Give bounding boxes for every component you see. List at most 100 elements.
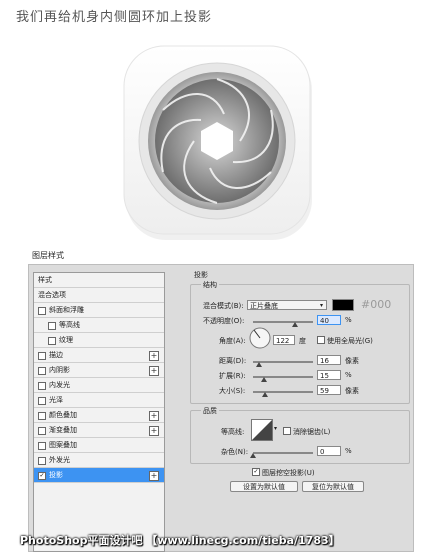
style-checkbox[interactable] bbox=[38, 307, 46, 315]
noise-unit: % bbox=[345, 447, 352, 455]
knockout-label: 图层挖空投影(U) bbox=[262, 469, 315, 477]
style-list-label: 纹理 bbox=[59, 336, 73, 344]
quality-title: 品质 bbox=[201, 406, 219, 416]
angle-input[interactable]: 122 bbox=[273, 335, 295, 345]
size-input[interactable]: 59 bbox=[317, 385, 341, 395]
style-list-label: 内阴影 bbox=[49, 366, 70, 374]
noise-input[interactable]: 0 bbox=[317, 446, 341, 456]
style-checkbox[interactable] bbox=[38, 397, 46, 405]
style-list-label: 内发光 bbox=[49, 381, 70, 389]
style-list-label: 外发光 bbox=[49, 456, 70, 464]
style-list-item[interactable]: 描边 + bbox=[34, 348, 164, 363]
style-checkbox[interactable] bbox=[38, 367, 46, 375]
style-list-label: 样式 bbox=[38, 276, 52, 284]
drop-shadow-panel: 投影 结构 混合模式(B): 正片叠底 ▾ #000 不透明度(O): 40 %… bbox=[188, 268, 410, 500]
style-list: 样式混合选项斜面和浮雕等高线纹理描边 + 内阴影 + 内发光光泽颜色叠加 + 渐变叠加 + 图案… bbox=[33, 272, 165, 552]
style-list-label: 渐变叠加 bbox=[49, 426, 77, 434]
blend-mode-value: 正片叠底 bbox=[250, 302, 278, 310]
distance-input[interactable]: 16 bbox=[317, 355, 341, 365]
color-hex-label: #000 bbox=[361, 298, 392, 311]
style-list-item[interactable]: 内阴影 + bbox=[34, 363, 164, 378]
distance-label: 距离(D): bbox=[219, 357, 247, 365]
global-light-label: 使用全局光(G) bbox=[327, 337, 373, 345]
structure-title: 结构 bbox=[201, 280, 219, 290]
noise-slider-thumb[interactable] bbox=[250, 453, 256, 458]
contour-chevron-icon[interactable]: ▾ bbox=[274, 425, 277, 432]
section-title: 投影 bbox=[194, 271, 208, 279]
contour-preview[interactable] bbox=[251, 419, 273, 441]
style-list-item[interactable]: 外发光 bbox=[34, 453, 164, 468]
structure-group: 结构 混合模式(B): 正片叠底 ▾ #000 不透明度(O): 40 % 角度… bbox=[190, 280, 410, 404]
size-label: 大小(S): bbox=[219, 387, 246, 395]
opacity-unit: % bbox=[345, 316, 352, 324]
style-list-item[interactable]: 颜色叠加 + bbox=[34, 408, 164, 423]
style-list-item[interactable]: 纹理 bbox=[34, 333, 164, 348]
add-effect-icon[interactable]: + bbox=[149, 411, 159, 421]
distance-slider[interactable] bbox=[253, 361, 313, 363]
opacity-slider[interactable] bbox=[253, 321, 313, 323]
spread-input[interactable]: 15 bbox=[317, 370, 341, 380]
style-checkbox[interactable] bbox=[38, 427, 46, 435]
add-effect-icon[interactable]: + bbox=[149, 426, 159, 436]
tutorial-heading: 我们再给机身内侧圆环加上投影 bbox=[16, 10, 213, 25]
size-unit: 像素 bbox=[345, 387, 359, 395]
style-list-item[interactable]: 混合选项 bbox=[34, 288, 164, 303]
add-effect-icon[interactable]: + bbox=[149, 471, 159, 481]
spread-slider-thumb[interactable] bbox=[261, 377, 267, 382]
style-list-item[interactable]: 等高线 bbox=[34, 318, 164, 333]
style-checkbox[interactable] bbox=[38, 352, 46, 360]
reset-default-button[interactable]: 复位为默认值 bbox=[302, 481, 364, 492]
blend-mode-select[interactable]: 正片叠底 ▾ bbox=[247, 300, 327, 310]
style-list-label: 图案叠加 bbox=[49, 441, 77, 449]
chevron-down-icon: ▾ bbox=[319, 302, 323, 309]
style-list-label: 斜面和浮雕 bbox=[49, 306, 84, 314]
style-checkbox[interactable] bbox=[48, 322, 56, 330]
style-list-item[interactable]: ✓ 投影 + bbox=[34, 468, 164, 483]
style-checkbox[interactable] bbox=[38, 382, 46, 390]
shadow-color-swatch[interactable] bbox=[332, 299, 354, 311]
blend-mode-label: 混合模式(B): bbox=[203, 302, 244, 310]
angle-unit: 度 bbox=[299, 337, 306, 345]
style-list-label: 投影 bbox=[49, 471, 63, 479]
style-checkbox[interactable] bbox=[38, 457, 46, 465]
style-list-item[interactable]: 内发光 bbox=[34, 378, 164, 393]
style-checkbox[interactable]: ✓ bbox=[38, 472, 46, 480]
style-list-item[interactable]: 渐变叠加 + bbox=[34, 423, 164, 438]
style-list-item[interactable]: 图案叠加 bbox=[34, 438, 164, 453]
style-list-label: 等高线 bbox=[59, 321, 80, 329]
knockout-checkbox[interactable]: ✓ bbox=[252, 468, 260, 476]
distance-unit: 像素 bbox=[345, 357, 359, 365]
dialog-title: 图层样式 bbox=[32, 251, 64, 260]
style-list-item[interactable]: 样式 bbox=[34, 273, 164, 288]
antialias-checkbox[interactable] bbox=[283, 427, 291, 435]
angle-label: 角度(A): bbox=[219, 337, 246, 345]
opacity-slider-thumb[interactable] bbox=[292, 322, 298, 327]
style-checkbox[interactable] bbox=[48, 337, 56, 345]
opacity-label: 不透明度(O): bbox=[203, 317, 245, 325]
noise-slider[interactable] bbox=[253, 452, 313, 454]
angle-dial[interactable] bbox=[249, 327, 271, 349]
style-checkbox[interactable] bbox=[38, 442, 46, 450]
style-list-label: 光泽 bbox=[49, 396, 63, 404]
spread-unit: % bbox=[345, 371, 352, 379]
global-light-checkbox[interactable] bbox=[317, 336, 325, 344]
noise-label: 杂色(N): bbox=[221, 448, 249, 456]
style-list-label: 描边 bbox=[49, 351, 63, 359]
style-list-item[interactable]: 斜面和浮雕 bbox=[34, 303, 164, 318]
contour-label: 等高线: bbox=[221, 428, 245, 436]
spread-label: 扩展(R): bbox=[219, 372, 246, 380]
style-list-label: 颜色叠加 bbox=[49, 411, 77, 419]
opacity-input[interactable]: 40 bbox=[317, 315, 341, 325]
quality-group: 品质 等高线: ▾ 消除锯齿(L) 杂色(N): 0 % bbox=[190, 406, 410, 464]
add-effect-icon[interactable]: + bbox=[149, 351, 159, 361]
watermark-text: PhotoShop平面设计吧 【www.linecg.com/tieba/178… bbox=[20, 534, 340, 547]
camera-lens-illustration bbox=[123, 45, 312, 240]
size-slider-thumb[interactable] bbox=[262, 392, 268, 397]
distance-slider-thumb[interactable] bbox=[256, 362, 262, 367]
style-checkbox[interactable] bbox=[38, 412, 46, 420]
style-list-item[interactable]: 光泽 bbox=[34, 393, 164, 408]
make-default-button[interactable]: 设置为默认值 bbox=[230, 481, 298, 492]
add-effect-icon[interactable]: + bbox=[149, 366, 159, 376]
style-list-label: 混合选项 bbox=[38, 291, 66, 299]
antialias-label: 消除锯齿(L) bbox=[293, 428, 331, 436]
